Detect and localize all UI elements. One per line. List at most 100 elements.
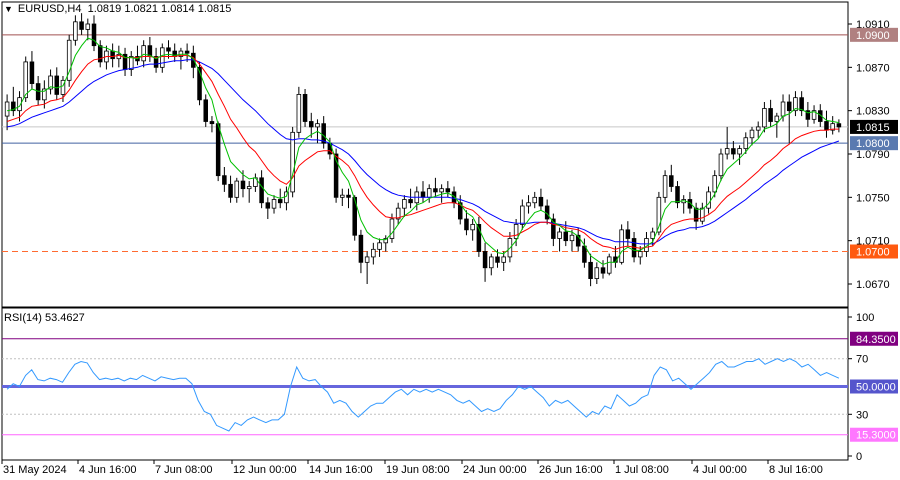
price-tick-label: 1.0750 [856,192,890,204]
rsi-level-label: 84.3500 [856,334,896,346]
candle-body [606,256,612,274]
candle-body [321,123,326,144]
rsi-tick-label: 0 [856,451,862,463]
time-tick-label: 31 May 2024 [3,464,67,476]
candle-body [774,115,780,122]
mt4-chart-window[interactable]: 1.0910 1.0870 1.0830 1.0790 1.0750 1.0710 1.06… [0,0,900,480]
candle-body [737,148,742,155]
candle-body [445,188,451,193]
candle-body [91,23,97,47]
candle-body [582,245,587,263]
candle-body [4,101,10,117]
rsi-tick-label: 100 [856,312,874,324]
price-tick-label: 1.0830 [856,106,890,118]
ohlc-readout: 1.0819 1.0821 1.0814 1.0815 [87,3,232,15]
candle-body [215,123,221,177]
candle-body [513,224,519,239]
candle-body [277,199,283,204]
candle-body [662,175,668,198]
price-tick-label: 1.0670 [856,279,890,291]
candle-body [712,175,718,193]
price-tick-label: 1.0870 [856,62,890,74]
candle-body [675,186,680,204]
candle-body [54,75,60,95]
candle-body [619,229,624,263]
time-tick-label: 12 Jun 00:00 [233,464,297,476]
price-level-label: 1.0800 [856,138,890,150]
time-tick-label: 1 Jul 08:00 [615,464,669,476]
rsi-panel-frame [1,307,849,461]
candle-body [284,191,289,204]
candle-body [786,101,792,112]
candle-body [780,101,786,117]
candle-body [302,94,308,122]
chart-canvas[interactable]: 1.09101.08701.08301.07901.07501.07101.06… [0,0,900,480]
candle-body [600,267,606,274]
candle-body [203,99,209,122]
candle-body [364,256,370,263]
time-tick-label: 4 Jul 00:00 [693,464,747,476]
candle-body [824,121,829,131]
candle-body [79,21,84,30]
candle-body [718,153,724,177]
time-tick-label: 26 Jun 16:00 [539,464,603,476]
rsi-level-label: 15.3000 [856,430,896,442]
candle-body [222,175,227,185]
candle-body [470,224,475,231]
candle-body [346,194,351,198]
rsi-header: RSI(14) 53.4627 [4,312,85,324]
time-tick-label: 14 Jun 16:00 [309,464,373,476]
candle-body [259,177,264,204]
candle-body [246,186,252,190]
candle-body [309,121,314,128]
candle-body [377,242,382,250]
rsi-level-label: 50.0000 [856,382,896,394]
symbol-label: EURUSD,H4 [17,3,82,15]
candle-body [184,50,190,54]
candle-body [557,231,562,239]
candle-body [315,123,320,128]
candle-body [358,234,364,263]
candle-body [724,148,730,155]
candle-body [526,202,531,207]
candle-body [265,202,271,209]
candle-body [420,191,426,198]
time-tick-label: 4 Jun 16:00 [79,464,137,476]
candle-body [160,47,165,68]
candle-body [495,256,500,263]
candle-body [501,256,506,263]
candle-body [340,194,345,198]
candle-body [433,188,438,193]
candle-body [625,229,631,239]
candle-body [29,61,35,84]
price-tick-label: 1.0790 [856,149,890,161]
candle-body [23,61,28,99]
candle-body [128,56,134,70]
candle-body [234,180,240,198]
candle-body [166,47,171,52]
rsi-tick-label: 70 [856,354,868,366]
candle-body [240,180,246,190]
time-tick-label: 8 Jul 16:00 [769,464,823,476]
price-level-label: 1.0700 [856,247,890,259]
candle-body [669,175,674,187]
candle-body [520,205,525,225]
candle-body [439,188,444,193]
triangle-down-icon[interactable]: ▼ [4,4,13,14]
candle-body [489,256,494,269]
candle-body [73,21,78,41]
candle-body [464,218,469,231]
candle-body [706,191,711,209]
candle-body [749,129,755,139]
candle-body [290,131,295,193]
candle-body [408,199,413,204]
candle-body [35,83,41,101]
candle-body [762,108,767,128]
ma-mid-line [6,54,839,250]
candle-body [209,121,215,125]
candle-body [296,94,302,133]
candle-body [97,45,103,63]
candle-body [228,183,233,198]
candle-body [563,231,569,242]
candle-body [731,148,736,155]
